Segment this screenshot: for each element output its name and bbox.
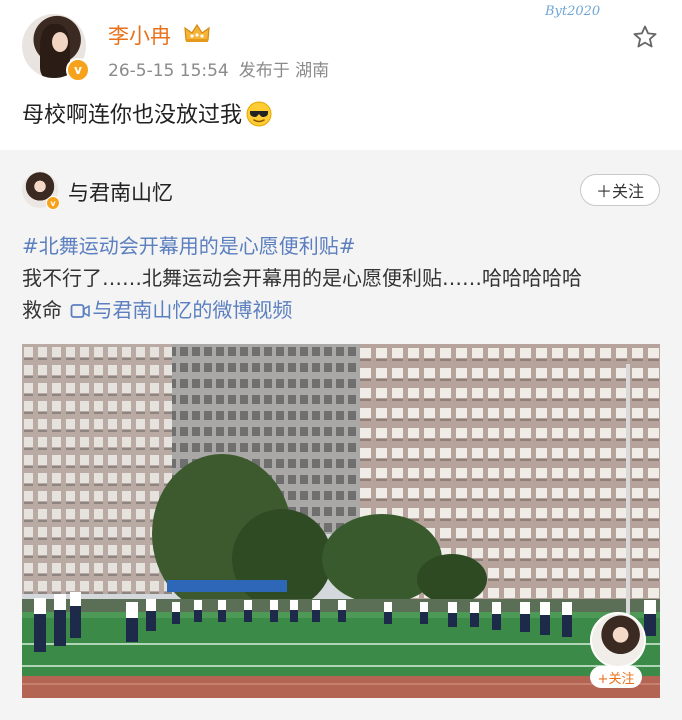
- video-scene: [22, 344, 660, 698]
- repost-author-name[interactable]: 与君南山忆: [68, 177, 173, 207]
- repost-text: #北舞运动会开幕用的是心愿便利贴# 我不行了……北舞运动会开幕用的是心愿便利贴……: [22, 230, 662, 326]
- post-header: v 李小冉 26-5-15 15:54 发布于 湖南 Byt2020 母校啊连你也…: [0, 0, 682, 150]
- post-text: 母校啊连你也没放过我: [22, 97, 272, 129]
- star-icon[interactable]: [632, 24, 658, 50]
- repost-body-line: 我不行了……北舞运动会开幕用的是心愿便利贴……哈哈哈哈哈: [22, 266, 582, 290]
- repost-verified-badge-icon: v: [46, 196, 60, 210]
- topic-hashtag-link[interactable]: #北舞运动会开幕用的是心愿便利贴#: [22, 230, 662, 262]
- repost-body-prefix: 救命: [22, 298, 62, 322]
- sunglasses-emoji-icon: [246, 101, 272, 127]
- post-meta: 26-5-15 15:54 发布于 湖南: [108, 56, 329, 81]
- crown-icon: [184, 23, 210, 42]
- video-thumbnail[interactable]: +关注: [22, 344, 660, 698]
- post-text-content: 母校啊连你也没放过我: [22, 103, 243, 128]
- verified-badge-icon: v: [66, 58, 90, 82]
- video-author-avatar[interactable]: [590, 612, 646, 668]
- repost-body-line-2: 救命 与君南山忆的微博视频: [22, 294, 662, 326]
- post-location[interactable]: 湖南: [295, 61, 329, 81]
- post-timestamp: 26-5-15 15:54: [108, 61, 229, 81]
- video-link[interactable]: 与君南山忆的微博视频: [92, 298, 292, 322]
- video-link-icon: [70, 304, 91, 318]
- video-follow-button[interactable]: +关注: [590, 666, 642, 688]
- repost-card[interactable]: v 与君南山忆 ＋关注 #北舞运动会开幕用的是心愿便利贴# 我不行了……北舞运动…: [0, 150, 682, 720]
- follow-button[interactable]: ＋关注: [580, 174, 660, 206]
- author-name[interactable]: 李小冉: [108, 20, 171, 50]
- location-prefix: 发布于: [238, 61, 290, 81]
- watermark-badge: Byt2020: [545, 4, 601, 19]
